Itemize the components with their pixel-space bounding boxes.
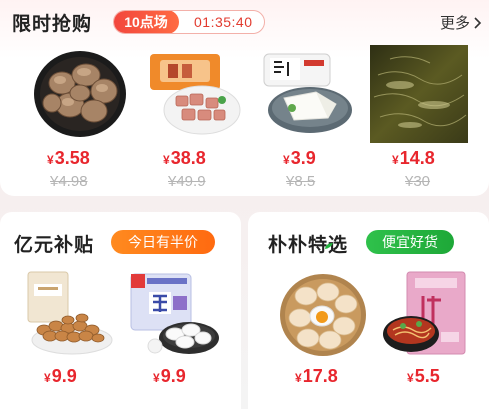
- product-price: ¥9.9: [44, 366, 77, 387]
- product-price: ¥5.5: [407, 366, 440, 387]
- pupu-selection-card[interactable]: 朴朴特选 便宜好货 ¥17.8 ¥5.5: [248, 212, 489, 409]
- countdown-timer: 01:35:40: [194, 14, 253, 30]
- product-price: ¥3.9: [283, 148, 316, 169]
- price-value: 14.8: [399, 148, 435, 168]
- product-image-shrimp-photo[interactable]: [370, 45, 468, 143]
- product-image-almonds-bag[interactable]: [22, 270, 114, 358]
- product-price: ¥3.58: [47, 148, 90, 169]
- currency-symbol: ¥: [153, 371, 160, 385]
- flash-sale-title: 限时抢购: [12, 14, 93, 35]
- original-price: ¥8.5: [286, 173, 316, 190]
- more-link[interactable]: 更多: [440, 12, 482, 33]
- currency-symbol: ¥: [283, 153, 290, 167]
- product-image-fresh-dumplings[interactable]: [127, 270, 223, 358]
- currency-symbol: ¥: [407, 371, 414, 385]
- chevron-right-icon: [474, 16, 482, 29]
- price-value: 38.8: [170, 148, 206, 168]
- currency-symbol: ¥: [295, 371, 302, 385]
- subsidy-title: 亿元补贴: [14, 235, 95, 256]
- leaf-icon: [325, 243, 333, 249]
- price-value: 3.58: [54, 148, 90, 168]
- pupu-selection-title: 朴朴特选: [268, 235, 349, 256]
- currency-symbol: ¥: [47, 153, 54, 167]
- product-image-tofu-plate[interactable]: [258, 52, 354, 136]
- price-value: 5.5: [414, 366, 440, 386]
- subsidy-card[interactable]: 亿元补贴 今日有半价 ¥9.9 ¥9.9: [0, 212, 241, 409]
- product-price: ¥17.8: [295, 366, 338, 387]
- product-price: ¥14.8: [392, 148, 435, 169]
- product-image-eggs-basket[interactable]: [278, 272, 368, 358]
- currency-symbol: ¥: [392, 153, 399, 167]
- more-label: 更多: [440, 15, 471, 32]
- currency-symbol: ¥: [44, 371, 51, 385]
- product-image-shiitake-mushrooms[interactable]: [32, 47, 128, 137]
- price-value: 3.9: [290, 148, 316, 168]
- half-price-badge: 今日有半价: [111, 230, 215, 254]
- product-image-noodles-pack[interactable]: [381, 270, 477, 360]
- original-price: ¥49.9: [168, 173, 206, 190]
- original-price: ¥4.98: [50, 173, 88, 190]
- currency-symbol: ¥: [163, 153, 170, 167]
- price-value: 9.9: [160, 366, 186, 386]
- flash-sale-card[interactable]: 限时抢购 10点场 01:35:40 更多 ¥3.58 ¥4.98 ¥38.8 …: [0, 0, 489, 196]
- product-price: ¥38.8: [163, 148, 206, 169]
- price-value: 9.9: [51, 366, 77, 386]
- original-price: ¥30: [405, 173, 431, 190]
- product-image-pork-ribs-pack[interactable]: [146, 52, 242, 136]
- price-value: 17.8: [302, 366, 338, 386]
- product-price: ¥9.9: [153, 366, 186, 387]
- good-deal-badge: 便宜好货: [366, 230, 454, 254]
- session-timer: 10点场 01:35:40: [113, 10, 265, 34]
- session-badge: 10点场: [114, 11, 179, 33]
